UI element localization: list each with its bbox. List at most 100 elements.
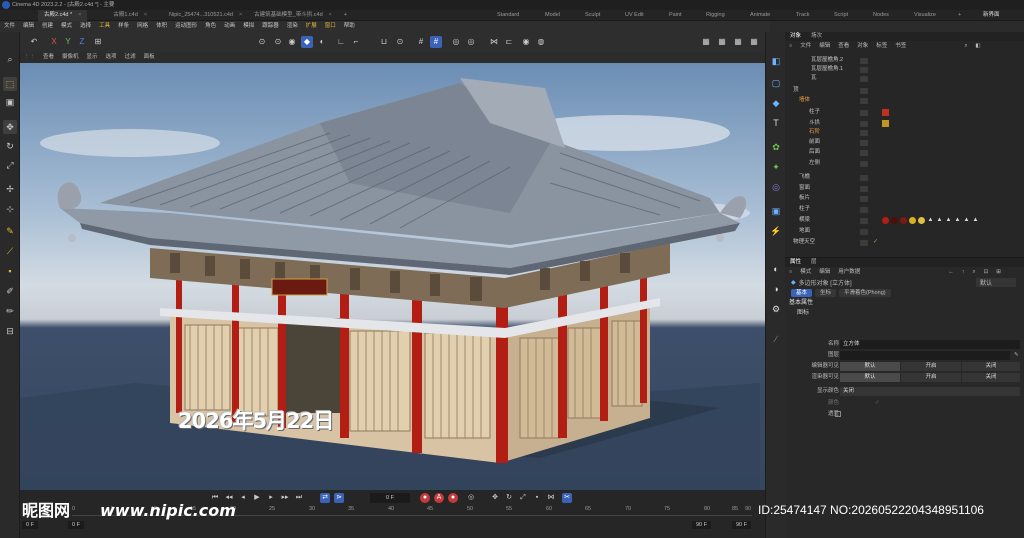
viewport-menu-options[interactable]: 选项 xyxy=(102,52,121,63)
spline-icon[interactable]: ▢ xyxy=(769,76,783,90)
object-row[interactable]: 左侧 xyxy=(785,159,1024,168)
effector-icon[interactable]: ✦ xyxy=(769,160,783,174)
preview-start-field[interactable]: 0 F xyxy=(68,521,84,529)
object-row[interactable]: 横梁 ▲ ▲ ▲ ▲ ▲ ▲ xyxy=(785,216,1024,225)
eyedropper-icon[interactable]: ✐ xyxy=(875,398,880,408)
om-menu-file[interactable]: 文件 xyxy=(796,41,815,51)
menu-file[interactable]: 文件 xyxy=(0,21,19,32)
search-icon[interactable]: ⌕ xyxy=(969,267,980,277)
visibility-dots[interactable] xyxy=(860,218,868,224)
axis-x-button[interactable]: X xyxy=(48,36,60,48)
doc-tab[interactable]: 古殿1.c4d × xyxy=(107,10,153,21)
object-row[interactable]: 地面 xyxy=(785,227,1024,236)
object-row[interactable]: 前面 xyxy=(785,138,1024,147)
visibility-dots[interactable] xyxy=(860,67,868,73)
object-row[interactable]: 石阶 xyxy=(785,128,1024,137)
viewport-menu-panel[interactable]: 面板 xyxy=(140,52,159,63)
doc-tab[interactable]: Nipic_25474...310521.c4d × xyxy=(163,10,248,21)
scale-tool-icon[interactable]: ⤢ xyxy=(3,158,17,172)
deformer-icon[interactable]: ◎ xyxy=(769,180,783,194)
layout-tab-standard[interactable]: Standard xyxy=(497,10,519,21)
editor-vis-off[interactable]: 关闭 xyxy=(962,361,1020,371)
object-row[interactable]: 柱子 xyxy=(785,108,1024,117)
add-tab-button[interactable]: + xyxy=(338,10,353,21)
search-icon[interactable]: ⌕ xyxy=(3,52,17,66)
render-region-icon[interactable]: ◎ xyxy=(450,36,462,48)
undo-icon[interactable]: ↶ xyxy=(28,36,40,48)
close-icon[interactable]: × xyxy=(329,12,332,18)
visibility-dots[interactable] xyxy=(860,130,868,136)
add-layout-button[interactable]: + xyxy=(958,10,961,21)
soft-select-icon[interactable]: ⊙ xyxy=(394,36,406,48)
layout-tab-animate[interactable]: Animate xyxy=(750,10,770,21)
visibility-dots[interactable] xyxy=(860,140,868,146)
camera-icon[interactable]: ▣ xyxy=(769,204,783,218)
layout-new-interface[interactable]: 新界面 xyxy=(983,10,1000,21)
mirror-icon[interactable]: ⊏ xyxy=(503,36,515,48)
menu-tracker[interactable]: 跟踪器 xyxy=(258,21,283,32)
close-icon[interactable]: × xyxy=(144,12,147,18)
subsection-title[interactable]: 图标 xyxy=(785,308,1024,318)
object-row[interactable]: 斗拱 xyxy=(785,119,1024,128)
symmetry-icon[interactable]: ⋈ xyxy=(488,36,500,48)
subtab-coordinates[interactable]: 坐标 xyxy=(815,288,837,297)
knife-tool-icon[interactable]: ⟋ xyxy=(3,244,17,258)
texture-mode-icon[interactable]: ◐ xyxy=(316,36,328,48)
pla-key-icon[interactable]: ⋈ xyxy=(546,493,556,503)
om-menu-view[interactable]: 查看 xyxy=(834,41,853,51)
render-view-icon[interactable]: ▦ xyxy=(700,36,712,48)
menu-mograph[interactable]: 运动图形 xyxy=(171,21,201,32)
viewport-menu-view[interactable]: 查看 xyxy=(39,52,58,63)
scale-key-icon[interactable]: ⤢ xyxy=(518,493,528,503)
object-row[interactable]: 后面 xyxy=(785,148,1024,157)
doc-tab[interactable]: 古建筑基础模型_带斗拱.c4d × xyxy=(248,10,338,21)
layout-tab-sculpt[interactable]: Sculpt xyxy=(585,10,600,21)
viewport-menu-filter[interactable]: 过滤 xyxy=(121,52,140,63)
phong-tag-icon[interactable]: ▲ xyxy=(936,217,943,224)
menu-tools[interactable]: 工具 xyxy=(95,21,114,32)
menu-mode[interactable]: 模式 xyxy=(57,21,76,32)
menu-animate[interactable]: 动画 xyxy=(220,21,239,32)
record-icon[interactable]: ● xyxy=(420,493,430,503)
material-tag-icon[interactable] xyxy=(909,217,916,224)
layout-tab-track[interactable]: Track xyxy=(796,10,810,21)
visibility-dots[interactable] xyxy=(860,229,868,235)
visibility-dots[interactable] xyxy=(860,150,868,156)
paint-icon[interactable]: ▪ xyxy=(3,264,17,278)
pen-icon[interactable]: ∕ xyxy=(769,332,783,346)
visibility-dots[interactable] xyxy=(860,186,868,192)
attr-menu-userdata[interactable]: 用户数据 xyxy=(834,267,864,277)
material-tag-icon[interactable] xyxy=(882,217,889,224)
measure-icon[interactable]: ⊟ xyxy=(3,324,17,338)
layout-tab-rigging[interactable]: Rigging xyxy=(706,10,725,21)
text-tool-icon[interactable]: T xyxy=(769,116,783,130)
name-input[interactable]: 立方体 xyxy=(840,339,1020,349)
menu-spline[interactable]: 样条 xyxy=(114,21,133,32)
move-tool-icon[interactable]: ✥ xyxy=(3,120,17,134)
layout-tab-model[interactable]: Model xyxy=(545,10,560,21)
hamburger-icon[interactable]: ≡ xyxy=(785,41,796,51)
menu-mesh[interactable]: 网格 xyxy=(133,21,152,32)
tab-objects[interactable]: 对象 xyxy=(785,32,806,41)
viewport-grip-icon[interactable]: ⋮⋮ xyxy=(20,52,39,63)
viewport-menu-camera[interactable]: 摄像机 xyxy=(58,52,83,63)
snap-icon[interactable]: ∟ xyxy=(335,36,347,48)
subtab-basic[interactable]: 基本 xyxy=(791,288,813,297)
object-row[interactable]: 瓦层屋檐角.1 xyxy=(785,65,1024,74)
render-settings-icon[interactable]: ◐ xyxy=(769,262,783,276)
cube-primitive-icon[interactable]: ◧ xyxy=(769,54,783,68)
rotate-tool-icon[interactable]: ↻ xyxy=(3,139,17,153)
edges-mode-icon[interactable]: ⊙ xyxy=(272,36,284,48)
param-key-icon[interactable]: ▪ xyxy=(532,493,542,503)
layout-tab-script[interactable]: Script xyxy=(834,10,848,21)
next-key-icon[interactable]: ▸▸ xyxy=(280,493,290,503)
visibility-dots[interactable] xyxy=(860,121,868,127)
phong-tag-icon[interactable]: ▲ xyxy=(963,217,970,224)
back-arrow-icon[interactable]: ← xyxy=(944,267,958,277)
object-row[interactable]: 瓦层屋檐角.2 xyxy=(785,56,1024,65)
end-frame-field[interactable]: 90 F xyxy=(732,521,752,529)
om-menu-bookmarks[interactable]: 书签 xyxy=(891,41,910,51)
preset-dropdown[interactable]: 默认 xyxy=(975,277,1016,287)
next-frame-icon[interactable]: ▸ xyxy=(266,493,276,503)
current-frame-field[interactable]: 0 F xyxy=(370,493,410,503)
